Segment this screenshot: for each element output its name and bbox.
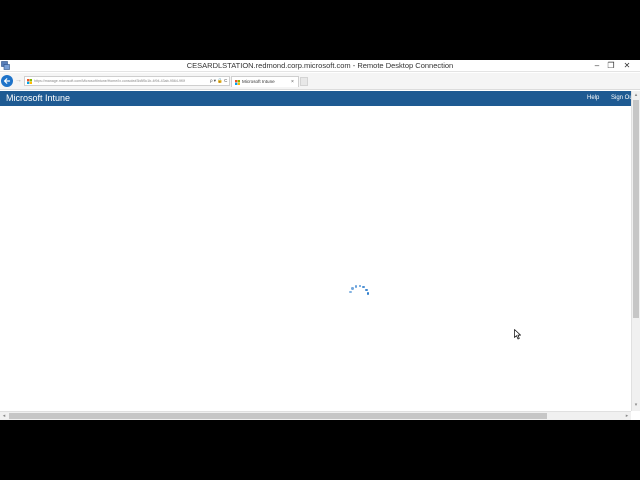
- minimize-button[interactable]: –: [590, 60, 604, 72]
- horizontal-scroll-thumb[interactable]: [9, 413, 547, 419]
- back-arrow-icon: [3, 78, 11, 84]
- scroll-down-button[interactable]: ▾: [632, 401, 640, 409]
- letterbox-top: [0, 0, 640, 60]
- new-tab-button[interactable]: [300, 77, 308, 86]
- forward-button[interactable]: →: [15, 77, 23, 85]
- horizontal-scrollbar[interactable]: ◂ ▸: [0, 411, 631, 420]
- brand-title[interactable]: Microsoft Intune: [6, 91, 70, 106]
- help-link[interactable]: Help: [587, 91, 599, 106]
- sign-out-link[interactable]: Sign Out: [611, 91, 632, 106]
- remote-desktop-window: CESARDLSTATION.redmond.corp.microsoft.co…: [0, 60, 640, 420]
- restore-button[interactable]: ❐: [604, 60, 618, 72]
- tab-microsoft-intune[interactable]: Microsoft Intune ×: [231, 76, 299, 87]
- rdp-window-title: CESARDLSTATION.redmond.corp.microsoft.co…: [186, 61, 454, 70]
- tab-close-button[interactable]: ×: [291, 77, 298, 87]
- intune-header: Microsoft Intune Help Sign Out: [0, 91, 632, 106]
- scroll-right-button[interactable]: ▸: [623, 412, 631, 420]
- back-button[interactable]: [1, 75, 13, 87]
- spinner-dot: [362, 286, 365, 289]
- tab-label: Microsoft Intune: [242, 79, 275, 84]
- loading-spinner-icon: [342, 282, 376, 304]
- microsoft-logo-icon: [235, 80, 240, 85]
- address-bar-icons[interactable]: ρ ▾ 🔒 C: [210, 77, 230, 85]
- letterbox-bottom: [0, 420, 640, 480]
- spinner-dot: [349, 290, 352, 294]
- microsoft-logo-icon: [27, 79, 32, 84]
- rdp-title-bar[interactable]: CESARDLSTATION.redmond.corp.microsoft.co…: [0, 60, 640, 72]
- scroll-left-button[interactable]: ◂: [0, 412, 8, 420]
- mouse-pointer-icon: [514, 329, 521, 340]
- browser-toolbar: → https://manage.microsoft.com/Microsoft…: [0, 73, 640, 90]
- scroll-up-button[interactable]: ▴: [632, 91, 640, 99]
- vertical-scroll-thumb[interactable]: [633, 100, 639, 318]
- spinner-dot: [366, 292, 370, 295]
- spinner-dot: [354, 285, 358, 288]
- address-bar[interactable]: https://manage.microsoft.com/MicrosoftIn…: [24, 76, 230, 86]
- spinner-dot: [358, 284, 361, 288]
- close-button[interactable]: ✕: [620, 60, 634, 72]
- main-content: [0, 106, 631, 411]
- vertical-scrollbar[interactable]: ▴ ▾: [631, 91, 640, 411]
- spinner-dot: [351, 287, 354, 290]
- address-url[interactable]: https://manage.microsoft.com/MicrosoftIn…: [34, 77, 209, 85]
- spinner-dot: [365, 288, 368, 292]
